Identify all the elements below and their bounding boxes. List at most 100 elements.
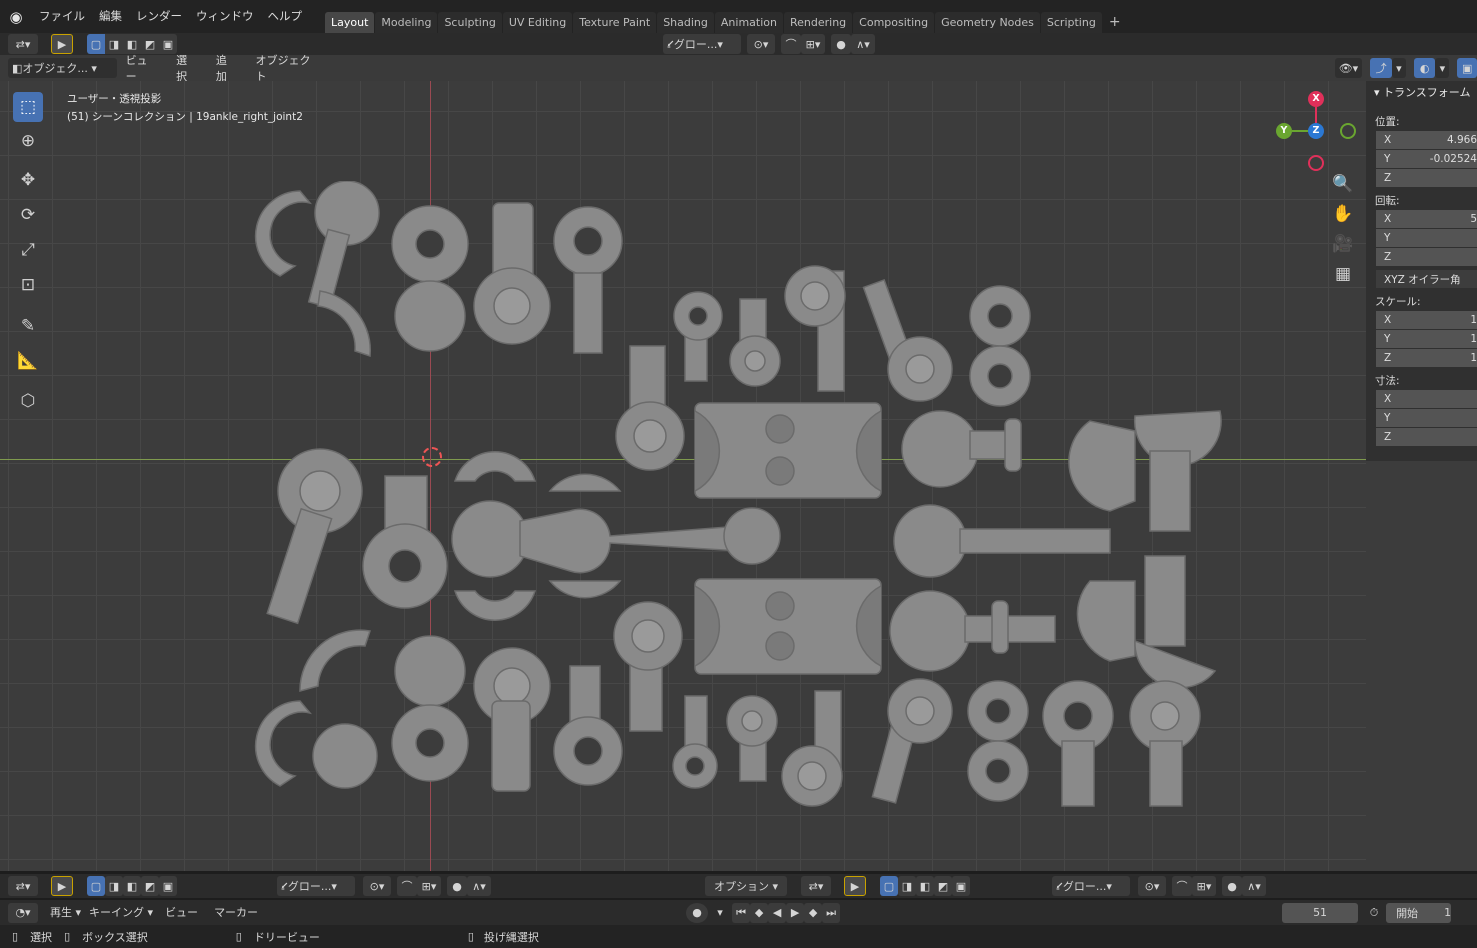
- select-mode-intersect-icon[interactable]: ▣: [952, 876, 970, 896]
- tab-animation[interactable]: Animation: [714, 12, 783, 33]
- proportional-edit-icon[interactable]: ●: [831, 34, 851, 54]
- falloff-icon[interactable]: ∧▾: [851, 34, 875, 54]
- pivot-point-icon[interactable]: ⊙▾: [747, 34, 775, 54]
- menu-marker[interactable]: マーカー: [206, 900, 266, 925]
- menu-timeline-view[interactable]: ビュー: [157, 900, 206, 925]
- scale-x-field[interactable]: X1: [1376, 311, 1477, 330]
- select-box-tool-icon[interactable]: ⬚: [13, 92, 43, 122]
- transform-tool-icon[interactable]: ⊡: [13, 270, 43, 300]
- menu-keying[interactable]: キーイング ▾: [85, 900, 157, 925]
- rotation-mode-dropdown[interactable]: XYZ オイラー角: [1376, 270, 1477, 289]
- select-mode-new-icon[interactable]: ▢: [87, 34, 105, 54]
- rotate-tool-icon[interactable]: ⟳: [13, 200, 43, 230]
- snap-target-icon[interactable]: ⊞▾: [801, 34, 825, 54]
- measure-tool-icon[interactable]: 📐: [13, 346, 43, 376]
- panel-header[interactable]: ▾ トランスフォーム: [1366, 81, 1477, 105]
- move-tool-icon[interactable]: ✥: [13, 165, 43, 195]
- menu-file[interactable]: ファイル: [32, 0, 92, 33]
- play-icon[interactable]: ▶: [786, 902, 805, 923]
- snap-target-icon[interactable]: ⊞▾: [417, 876, 441, 896]
- select-mode-extend-icon[interactable]: ◨: [105, 876, 123, 896]
- tab-scripting[interactable]: Scripting: [1040, 12, 1102, 33]
- select-mode-new-icon[interactable]: ▢: [87, 876, 105, 896]
- tab-geometry-nodes[interactable]: Geometry Nodes: [935, 12, 1040, 33]
- cursor-tool-icon[interactable]: ⊕: [13, 126, 43, 156]
- select-mode-subtract-icon[interactable]: ◧: [916, 876, 934, 896]
- visibility-icon[interactable]: 👁▾: [1334, 58, 1363, 78]
- camera-icon[interactable]: 🎥: [1330, 231, 1356, 257]
- location-y-field[interactable]: Y -0.02524: [1376, 150, 1477, 169]
- start-frame-field[interactable]: 開始 1: [1386, 902, 1452, 923]
- tab-texture-paint[interactable]: Texture Paint: [573, 12, 657, 33]
- tab-rendering[interactable]: Rendering: [783, 12, 853, 33]
- falloff-icon[interactable]: ∧▾: [467, 876, 491, 896]
- transform-orientation-dropdown[interactable]: ⭹ グロー... ▾: [1052, 876, 1130, 896]
- dimensions-z-field[interactable]: Z: [1376, 428, 1477, 447]
- model-parts[interactable]: [240, 181, 1240, 831]
- proportional-edit-icon[interactable]: ●: [1222, 876, 1242, 896]
- 3d-viewport[interactable]: ユーザー・透視投影 (51) シーンコレクション | 19ankle_right…: [0, 81, 1366, 871]
- chevron-down-icon[interactable]: ▾: [712, 903, 728, 923]
- snap-target-icon[interactable]: ⊞▾: [1192, 876, 1216, 896]
- pivot-point-icon[interactable]: ⊙▾: [363, 876, 391, 896]
- menu-edit[interactable]: 編集: [92, 0, 129, 33]
- annotate-tool-icon[interactable]: ✎: [13, 311, 43, 341]
- jump-end-icon[interactable]: ⏭: [822, 902, 841, 923]
- dimensions-x-field[interactable]: X: [1376, 390, 1477, 409]
- menu-object[interactable]: オブジェクト: [247, 52, 330, 84]
- add-cube-tool-icon[interactable]: ⬡: [13, 386, 43, 416]
- jump-keyframe-back-icon[interactable]: ◆: [750, 902, 769, 923]
- select-mode-invert-icon[interactable]: ◩: [141, 34, 159, 54]
- tab-sculpting[interactable]: Sculpting: [438, 12, 502, 33]
- menu-window[interactable]: ウィンドウ: [189, 0, 261, 33]
- add-workspace-button[interactable]: +: [1103, 12, 1127, 33]
- rotation-z-field[interactable]: Z: [1376, 248, 1477, 267]
- menu-select[interactable]: 選択: [167, 52, 207, 84]
- gizmo-toggle-icon[interactable]: ⤴: [1370, 58, 1392, 78]
- menu-playback[interactable]: 再生 ▾: [38, 900, 85, 925]
- transform-orientation-dropdown[interactable]: ⭹ グロー... ▾: [277, 876, 355, 896]
- pan-hand-icon[interactable]: ✋: [1330, 201, 1356, 227]
- scale-tool-icon[interactable]: ⤢: [13, 235, 43, 265]
- falloff-icon[interactable]: ∧▾: [1242, 876, 1266, 896]
- snap-toggle-icon[interactable]: ⌒: [1172, 876, 1192, 896]
- select-mode-new-icon[interactable]: ▢: [880, 876, 898, 896]
- overlay-toggle-icon[interactable]: ◐: [1413, 58, 1436, 78]
- blender-logo-icon[interactable]: ◉: [0, 8, 32, 26]
- editor-type-clock-icon[interactable]: ◔▾: [8, 902, 38, 923]
- gizmo-y-axis[interactable]: Y: [1276, 123, 1292, 139]
- rotation-x-field[interactable]: X5: [1376, 210, 1477, 229]
- tab-uv-editing[interactable]: UV Editing: [502, 12, 573, 33]
- select-tool-icon[interactable]: ▶: [844, 876, 866, 896]
- tab-shading[interactable]: Shading: [657, 12, 714, 33]
- play-reverse-icon[interactable]: ◀: [768, 902, 787, 923]
- perspective-grid-icon[interactable]: ▦: [1330, 261, 1356, 287]
- pivot-point-icon[interactable]: ⊙▾: [1138, 876, 1166, 896]
- select-tool-icon[interactable]: ▶: [51, 34, 73, 54]
- xray-toggle-icon[interactable]: ▣: [1457, 58, 1477, 78]
- gizmo-neg-x-axis[interactable]: [1308, 155, 1324, 171]
- menu-help[interactable]: ヘルプ: [261, 0, 310, 33]
- scale-y-field[interactable]: Y1: [1376, 330, 1477, 349]
- jump-keyframe-forward-icon[interactable]: ◆: [804, 902, 823, 923]
- menu-view[interactable]: ビュー: [117, 52, 168, 84]
- select-mode-subtract-icon[interactable]: ◧: [123, 876, 141, 896]
- chevron-down-icon[interactable]: ▾: [1391, 58, 1406, 78]
- snap-toggle-icon[interactable]: ⌒: [781, 34, 801, 54]
- gizmo-x-axis[interactable]: X: [1308, 91, 1324, 107]
- select-mode-extend-icon[interactable]: ◨: [898, 876, 916, 896]
- snap-toggle-icon[interactable]: ⌒: [397, 876, 417, 896]
- jump-start-icon[interactable]: ⏮: [732, 902, 751, 923]
- select-tool-icon[interactable]: ▶: [51, 876, 73, 896]
- select-mode-intersect-icon[interactable]: ▣: [159, 34, 177, 54]
- current-frame-field[interactable]: 51: [1282, 902, 1359, 923]
- select-mode-subtract-icon[interactable]: ◧: [123, 34, 141, 54]
- stopwatch-icon[interactable]: ⏱: [1364, 903, 1384, 923]
- mode-dropdown[interactable]: ◧ オブジェク... ▾: [8, 58, 117, 78]
- dimensions-y-field[interactable]: Y: [1376, 409, 1477, 428]
- select-mode-invert-icon[interactable]: ◩: [934, 876, 952, 896]
- select-mode-intersect-icon[interactable]: ▣: [159, 876, 177, 896]
- options-dropdown[interactable]: オプション ▾: [705, 876, 787, 896]
- menu-render[interactable]: レンダー: [129, 0, 189, 33]
- transform-pivot-icon[interactable]: ⇄▾: [8, 34, 38, 54]
